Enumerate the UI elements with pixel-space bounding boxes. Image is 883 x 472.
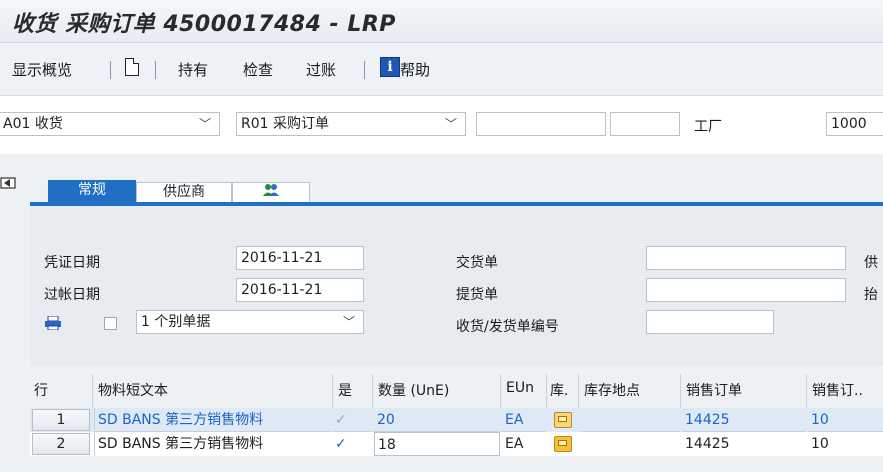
check-button[interactable]: 检查 bbox=[243, 59, 273, 80]
ok-checkbox[interactable]: ✓ bbox=[332, 432, 372, 456]
print-checkbox[interactable] bbox=[104, 317, 117, 330]
new-document-icon[interactable] bbox=[125, 58, 139, 76]
document-date-label: 凭证日期 bbox=[44, 255, 100, 271]
sales-order-item-cell[interactable]: 10 bbox=[808, 432, 883, 456]
col-quantity[interactable]: 数量 (UnE) bbox=[378, 380, 449, 400]
col-material-text[interactable]: 物料短文本 bbox=[98, 380, 168, 400]
toolbar-separator bbox=[110, 61, 111, 79]
chevron-down-icon: ﹀ bbox=[342, 315, 355, 329]
ok-checkbox: ✓ bbox=[332, 408, 372, 432]
col-line[interactable]: 行 bbox=[34, 380, 48, 400]
quantity-cell[interactable]: 20 bbox=[374, 408, 500, 432]
reference-document-select[interactable]: R01 采购订单 ﹀ bbox=[236, 112, 466, 136]
people-icon bbox=[262, 184, 280, 201]
posting-date-label: 过帐日期 bbox=[44, 287, 100, 303]
sales-order-cell[interactable]: 14425 bbox=[682, 408, 806, 432]
supplier-truncated-label: 供 bbox=[864, 255, 878, 271]
col-storage-location[interactable]: 库存地点 bbox=[584, 380, 640, 400]
gr-slip-number-input[interactable] bbox=[646, 310, 774, 334]
chevron-down-icon: ﹀ bbox=[444, 117, 457, 131]
printer-icon[interactable] bbox=[44, 315, 62, 331]
material-text-cell[interactable]: SD BANS 第三方销售物料 bbox=[94, 432, 330, 456]
table-header: 行 物料短文本 是 数量 (UnE) EUn 库. 库存地点 销售订单 销售订.… bbox=[30, 374, 883, 408]
stock-type-icon[interactable] bbox=[554, 436, 572, 452]
header-selection-row: A01 收货 ﹀ R01 采购订单 ﹀ 工厂 1000 bbox=[0, 96, 883, 154]
sales-order-item-cell[interactable]: 10 bbox=[808, 408, 883, 432]
toolbar-separator bbox=[155, 61, 156, 79]
tab-strip: 常规 供应商 bbox=[30, 180, 883, 202]
action-select-value: A01 收货 bbox=[3, 116, 63, 132]
chevron-down-icon: ﹀ bbox=[198, 117, 211, 131]
table-row: 2 SD BANS 第三方销售物料 ✓ 18 EA 14425 10 bbox=[30, 432, 883, 456]
main-area: 常规 供应商 凭证日期 2016-11-21 过帐日期 2016-11-21 1… bbox=[0, 154, 883, 472]
unit-cell[interactable]: EA bbox=[502, 432, 546, 456]
po-item-input[interactable] bbox=[610, 112, 680, 136]
info-icon[interactable]: i bbox=[380, 57, 400, 77]
unit-cell[interactable]: EA bbox=[502, 408, 546, 432]
gr-slip-number-label: 收货/发货单编号 bbox=[456, 319, 559, 335]
toolbar-separator bbox=[364, 61, 365, 79]
delivery-note-input[interactable] bbox=[646, 246, 846, 270]
stock-type-icon[interactable] bbox=[554, 412, 572, 428]
po-number-input[interactable] bbox=[476, 112, 606, 136]
plant-label: 工厂 bbox=[694, 119, 722, 135]
bill-of-lading-input[interactable] bbox=[646, 278, 846, 302]
reference-document-value: R01 采购订单 bbox=[241, 116, 329, 132]
print-version-select[interactable]: 1 个别单据 ﹀ bbox=[136, 310, 364, 334]
window-title: 收货 采购订单 4500017484 - LRP bbox=[12, 12, 396, 37]
posting-date-input[interactable]: 2016-11-21 bbox=[236, 278, 364, 302]
print-version-value: 1 个别单据 bbox=[141, 314, 211, 330]
table-row: 1 SD BANS 第三方销售物料 ✓ 20 EA 14425 10 bbox=[30, 408, 883, 432]
sales-order-cell[interactable]: 14425 bbox=[682, 432, 806, 456]
col-sales-order-item[interactable]: 销售订.. bbox=[812, 380, 863, 400]
tab-partners[interactable] bbox=[232, 182, 310, 202]
tab-general[interactable]: 常规 bbox=[48, 180, 136, 202]
storage-location-cell[interactable] bbox=[580, 408, 680, 432]
row-selector[interactable]: 2 bbox=[32, 433, 90, 455]
quantity-input[interactable]: 18 bbox=[374, 432, 500, 456]
delivery-note-label: 交货单 bbox=[456, 255, 498, 271]
plant-input[interactable]: 1000 bbox=[826, 112, 883, 136]
help-button[interactable]: 帮助 bbox=[400, 59, 430, 80]
col-unit[interactable]: EUn bbox=[506, 380, 534, 396]
display-overview-button[interactable]: 显示概览 bbox=[12, 59, 72, 80]
post-button[interactable]: 过账 bbox=[306, 59, 336, 80]
collapse-header-icon[interactable] bbox=[0, 174, 22, 194]
row-selector[interactable]: 1 bbox=[32, 409, 90, 431]
document-date-input[interactable]: 2016-11-21 bbox=[236, 246, 364, 270]
col-stock-type[interactable]: 库. bbox=[550, 380, 568, 400]
material-text-cell[interactable]: SD BANS 第三方销售物料 bbox=[94, 408, 330, 432]
tab-supplier[interactable]: 供应商 bbox=[136, 182, 232, 202]
hold-button[interactable]: 持有 bbox=[178, 59, 208, 80]
col-sales-order[interactable]: 销售订单 bbox=[686, 380, 742, 400]
col-ok[interactable]: 是 bbox=[338, 380, 352, 400]
application-toolbar: 显示概览 持有 检查 过账 i 帮助 bbox=[0, 43, 883, 96]
action-select[interactable]: A01 收货 ﹀ bbox=[0, 112, 220, 136]
header-text-truncated-label: 抬 bbox=[864, 287, 878, 303]
title-bar: 收货 采购订单 4500017484 - LRP bbox=[0, 0, 883, 43]
storage-location-cell[interactable] bbox=[580, 432, 680, 456]
bill-of-lading-label: 提货单 bbox=[456, 287, 498, 303]
